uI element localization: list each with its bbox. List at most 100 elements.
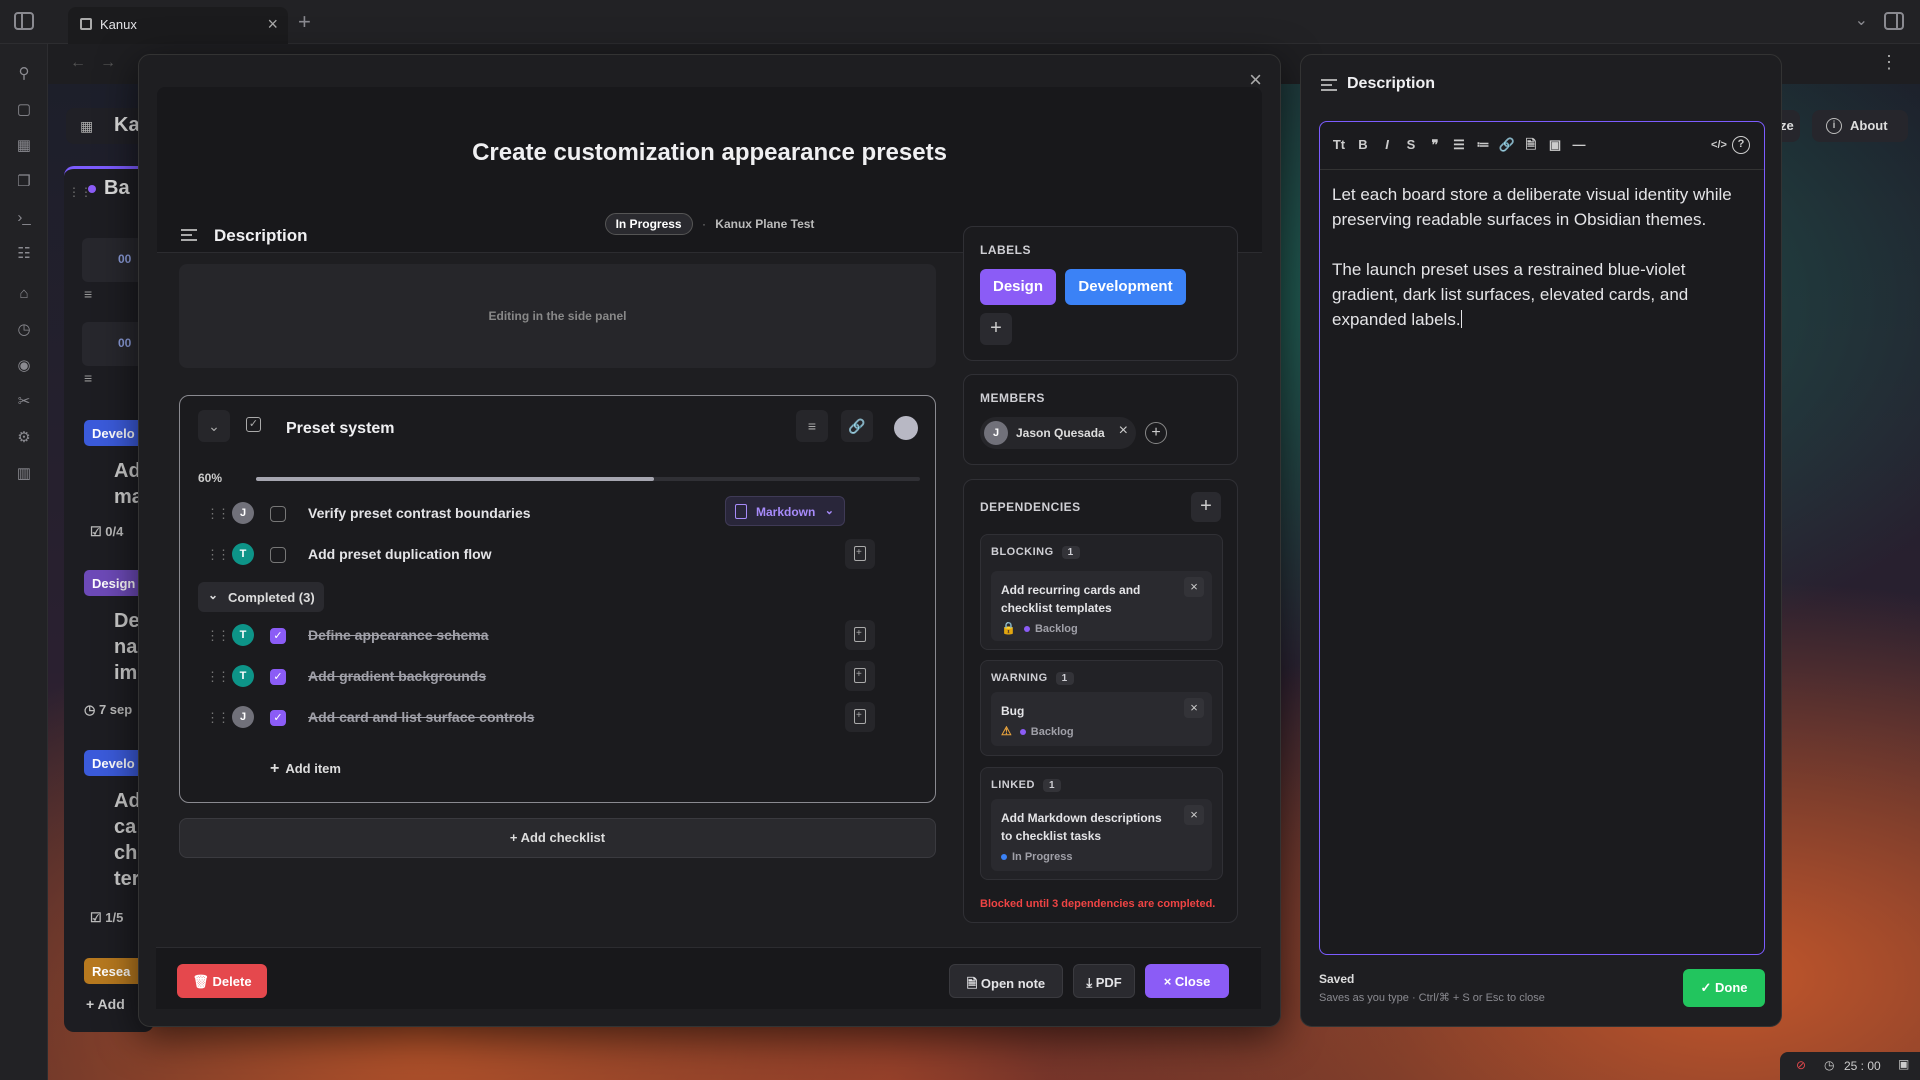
paragraph[interactable]: The launch preset uses a restrained blue… — [1332, 257, 1752, 332]
item-text[interactable]: Add gradient backgrounds — [308, 668, 486, 684]
item-text[interactable]: Add card and list surface controls — [308, 709, 534, 725]
item-text[interactable]: Verify preset contrast boundaries — [308, 505, 531, 521]
card-menu-icon[interactable]: ≡ — [84, 370, 92, 386]
checklist-item[interactable]: ⋮⋮ J Verify preset contrast boundaries M… — [180, 496, 935, 530]
markdown-editor[interactable]: Tt B I S ❞ ☰ ≔ 🔗 🗎 ▣ — </> ? Let each bo… — [1319, 121, 1765, 955]
card-menu-icon[interactable]: ≡ — [84, 286, 92, 302]
terminal-icon[interactable]: ›_ — [14, 208, 34, 228]
collapse-checklist-button[interactable]: ⌄ — [198, 410, 230, 442]
calendar-icon[interactable]: ▦ — [14, 136, 34, 156]
drag-handle-icon[interactable]: ⋮⋮ — [206, 506, 230, 522]
board-icon[interactable]: ▥ — [14, 464, 34, 484]
label-chip-design[interactable]: Design — [980, 269, 1056, 305]
checklist-color-dot[interactable] — [894, 416, 918, 440]
item-checkbox[interactable]: ✓ — [270, 710, 286, 726]
done-button[interactable]: ✓ Done — [1683, 969, 1765, 1007]
italic-icon[interactable]: I — [1376, 134, 1398, 156]
image-icon[interactable]: ▣ — [1544, 134, 1566, 156]
tab-list-chevron-icon[interactable]: ⌄ — [1855, 10, 1868, 30]
member-chip[interactable]: J Jason Quesada × — [980, 417, 1136, 449]
dependency-item[interactable]: Add recurring cards and checklist templa… — [991, 571, 1212, 641]
forward-arrow-icon[interactable]: → — [100, 54, 116, 72]
description-placeholder[interactable]: Editing in the side panel — [179, 264, 936, 368]
item-checkbox[interactable]: ✓ — [270, 628, 286, 644]
horizontal-rule-icon[interactable]: — — [1568, 134, 1590, 156]
grid-icon[interactable]: ▦ — [80, 118, 93, 135]
editor-content[interactable]: Let each board store a deliberate visual… — [1332, 182, 1752, 357]
add-dependency-button[interactable]: + — [1191, 492, 1221, 522]
more-options-icon[interactable]: ⋮ — [1880, 52, 1898, 73]
avatar[interactable]: T — [232, 665, 254, 687]
pomodoro-timer[interactable]: 25 : 00 — [1844, 1059, 1881, 1073]
timer-icon[interactable]: ◷ — [14, 320, 34, 340]
label-chip-development[interactable]: Development — [1065, 269, 1186, 305]
new-tab-button[interactable]: + — [298, 9, 311, 35]
item-text[interactable]: Add preset duplication flow — [308, 546, 492, 562]
left-sidebar-toggle-icon[interactable] — [14, 12, 34, 30]
checklist-menu-button[interactable]: ≡ — [796, 410, 828, 442]
close-tab-icon[interactable]: × — [267, 14, 278, 35]
right-sidebar-toggle-icon[interactable] — [1884, 12, 1904, 30]
checklist-item[interactable]: ⋮⋮ T ✓ Add gradient backgrounds — [180, 659, 935, 693]
drag-handle-icon[interactable]: ⋮⋮ — [206, 710, 230, 726]
numbered-list-icon[interactable]: ≔ — [1472, 134, 1494, 156]
avatar[interactable]: T — [232, 543, 254, 565]
timer-icon[interactable]: ◷ — [1824, 1058, 1834, 1072]
open-note-button[interactable]: 🗎 Open note — [949, 964, 1063, 998]
item-checkbox[interactable]: ✓ — [270, 669, 286, 685]
avatar[interactable]: J — [232, 502, 254, 524]
card-title[interactable]: Create customization appearance presets — [139, 139, 1280, 167]
about-button[interactable]: i About — [1812, 110, 1908, 142]
markdown-format-button[interactable]: Markdown ⌄ — [725, 496, 845, 526]
status-badge[interactable]: In Progress — [604, 213, 693, 235]
remove-dependency-icon[interactable]: × — [1184, 577, 1204, 597]
add-label-button[interactable]: + — [980, 313, 1012, 345]
drag-handle-icon[interactable]: ⋮⋮ — [206, 628, 230, 644]
item-checkbox[interactable] — [270, 506, 286, 522]
bold-icon[interactable]: B — [1352, 134, 1374, 156]
checklist-title[interactable]: Preset system — [286, 420, 395, 438]
dependency-title[interactable]: Add Markdown descriptions to checklist t… — [1001, 809, 1171, 845]
add-note-button[interactable] — [845, 539, 875, 569]
completed-toggle[interactable]: ⌄ Completed (3) — [198, 582, 324, 612]
bullet-list-icon[interactable]: ☰ — [1448, 134, 1470, 156]
graph-icon[interactable]: ⚲ — [14, 64, 34, 84]
help-icon[interactable]: ? — [1732, 136, 1750, 154]
checklist-item[interactable]: ⋮⋮ J ✓ Add card and list surface control… — [180, 700, 935, 734]
checklist-link-button[interactable]: 🔗 — [841, 410, 873, 442]
add-member-button[interactable]: + — [1145, 422, 1167, 444]
eye-off-icon[interactable]: ◉ — [14, 356, 34, 376]
remove-dependency-icon[interactable]: × — [1184, 805, 1204, 825]
remove-member-icon[interactable]: × — [1119, 422, 1128, 440]
close-button[interactable]: × Close — [1145, 964, 1229, 998]
quote-icon[interactable]: ❞ — [1424, 134, 1446, 156]
dependency-title[interactable]: Add recurring cards and checklist templa… — [1001, 581, 1171, 617]
strikethrough-icon[interactable]: S — [1400, 134, 1422, 156]
drag-handle-icon[interactable]: ⋮⋮ — [206, 669, 230, 685]
item-checkbox[interactable] — [270, 547, 286, 563]
lock-icon[interactable]: ▣ — [1898, 1057, 1909, 1071]
dependency-title[interactable]: Bug — [1001, 702, 1171, 720]
file-icon[interactable]: ▢ — [14, 100, 34, 120]
drag-handle-icon[interactable]: ⋮⋮ — [206, 547, 230, 563]
avatar[interactable]: T — [232, 624, 254, 646]
add-note-button[interactable] — [845, 702, 875, 732]
plugin-icon[interactable]: ⚙ — [14, 428, 34, 448]
add-item-button[interactable]: + Add item — [270, 760, 341, 778]
dependency-item[interactable]: Add Markdown descriptions to checklist t… — [991, 799, 1212, 871]
item-text[interactable]: Define appearance schema — [308, 627, 489, 643]
bg-add-card-button[interactable]: + Add — [86, 996, 125, 1012]
list-icon[interactable]: ☷ — [14, 244, 34, 264]
add-note-button[interactable] — [845, 620, 875, 650]
paragraph[interactable]: Let each board store a deliberate visual… — [1332, 182, 1752, 232]
checklist-item[interactable]: ⋮⋮ T ✓ Define appearance schema — [180, 618, 935, 652]
avatar[interactable]: J — [232, 706, 254, 728]
add-checklist-button[interactable]: + Add checklist — [179, 818, 936, 858]
code-icon[interactable]: </> — [1708, 134, 1730, 156]
note-icon[interactable]: 🗎 — [1520, 134, 1542, 156]
checklist-item[interactable]: ⋮⋮ T Add preset duplication flow — [180, 537, 935, 571]
copy-icon[interactable]: ❐ — [14, 172, 34, 192]
tools-icon[interactable]: ✂ — [14, 392, 34, 412]
sync-off-icon[interactable]: ⊘ — [1796, 1058, 1806, 1072]
back-arrow-icon[interactable]: ← — [70, 54, 86, 72]
